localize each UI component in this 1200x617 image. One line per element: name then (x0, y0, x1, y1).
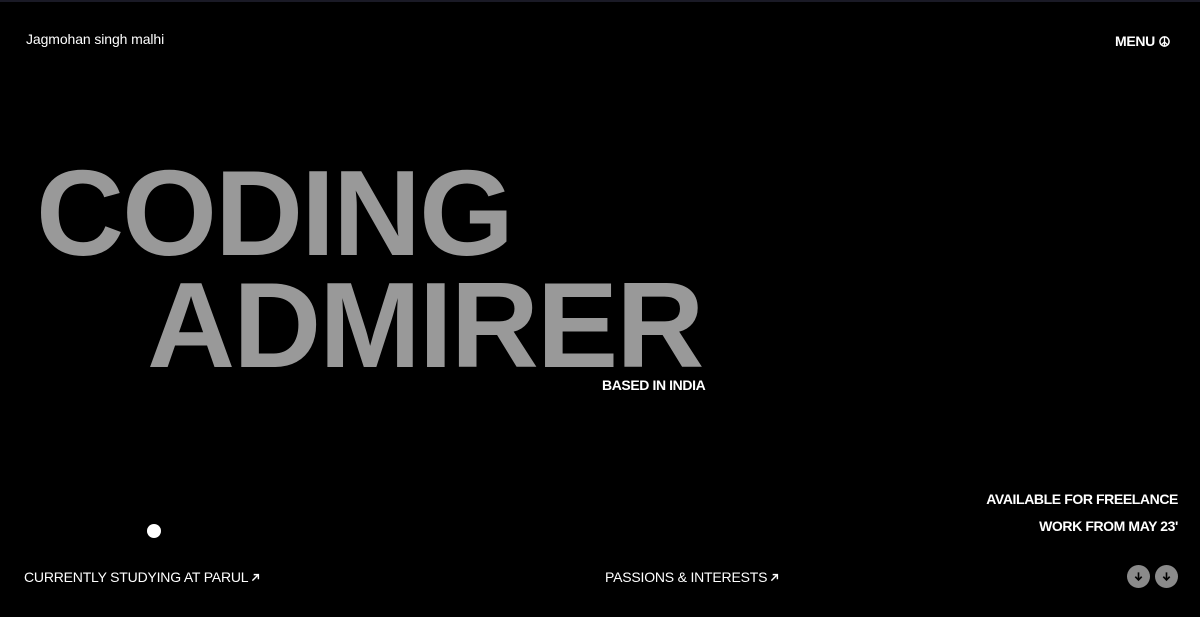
passions-link-label: PASSIONS & INTERESTS (605, 569, 768, 585)
peace-icon (1159, 35, 1170, 47)
scroll-controls (1127, 565, 1178, 588)
hero-title-line-2: ADMIRER (147, 257, 704, 393)
arrow-down-icon (1162, 572, 1171, 582)
cursor-dot (147, 524, 161, 538)
availability-line-1: AVAILABLE FOR FREELANCE (986, 491, 1178, 507)
brand-name[interactable]: Jagmohan singh malhi (26, 31, 164, 47)
arrow-up-right-icon (771, 573, 779, 581)
location-label: BASED IN INDIA (602, 377, 706, 393)
top-border (0, 0, 1200, 2)
studying-link[interactable]: CURRENTLY STUDYING AT PARUL (24, 569, 260, 585)
studying-link-label: CURRENTLY STUDYING AT PARUL (24, 569, 249, 585)
hero-title-line-1: CODING (36, 145, 514, 281)
menu-label: MENU (1114, 33, 1155, 49)
arrow-up-right-icon (252, 573, 260, 581)
arrow-down-icon (1134, 572, 1143, 582)
menu-button[interactable]: MENU (1115, 33, 1170, 49)
passions-link[interactable]: PASSIONS & INTERESTS (605, 569, 779, 585)
availability-line-2: WORK FROM MAY 23' (1039, 518, 1178, 534)
scroll-down-button-2[interactable] (1155, 565, 1178, 588)
scroll-down-button-1[interactable] (1127, 565, 1150, 588)
